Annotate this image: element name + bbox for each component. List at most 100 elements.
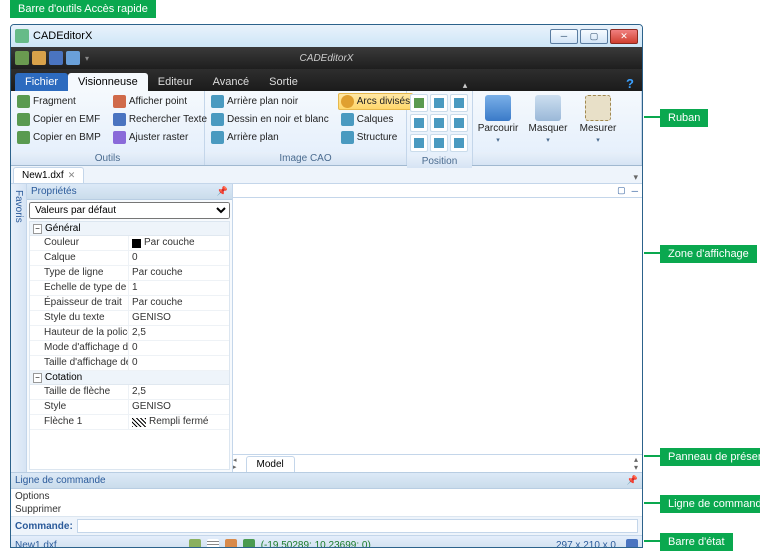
- btn-ajuster-raster[interactable]: Ajuster raster: [110, 129, 210, 146]
- qab-open-icon[interactable]: [32, 51, 46, 65]
- maximize-button[interactable]: ▢: [580, 29, 608, 44]
- qab-dropdown-icon[interactable]: ▾: [85, 54, 89, 63]
- btn-copier-emf[interactable]: Copier en EMF: [14, 111, 104, 128]
- status-icon-4[interactable]: [243, 539, 255, 548]
- ribbon-minimize-icon[interactable]: ▴: [463, 80, 468, 91]
- cmdline-history: Options Supprimer: [11, 489, 642, 517]
- prop-value[interactable]: 0: [128, 341, 229, 355]
- callout-line: [644, 540, 660, 542]
- prop-value[interactable]: 1: [128, 281, 229, 295]
- btn-arcs-divises[interactable]: Arcs divisés: [338, 93, 413, 110]
- doc-tab-close-icon[interactable]: ✕: [68, 170, 76, 181]
- btn-fragment[interactable]: Fragment: [14, 93, 104, 110]
- prop-row[interactable]: Épaisseur de traitPar couche: [30, 296, 229, 311]
- btn-afficher-point[interactable]: Afficher point: [110, 93, 210, 110]
- btn-dessin-nb[interactable]: Dessin en noir et blanc: [208, 111, 332, 128]
- status-grid-icon[interactable]: [207, 539, 219, 548]
- callout-quick-access: Barre d'outils Accès rapide: [10, 0, 156, 18]
- minimize-button[interactable]: ─: [550, 29, 578, 44]
- prop-row[interactable]: Couleur Par couche: [30, 236, 229, 251]
- layout-next-icon[interactable]: ▸: [233, 464, 237, 471]
- prop-value[interactable]: 0: [128, 251, 229, 265]
- viewport[interactable]: ▢ ─ ◂▸ Model ▴▾: [233, 184, 642, 472]
- prop-row[interactable]: Mode d'affichage de0: [30, 341, 229, 356]
- prop-value[interactable]: GENISO: [128, 311, 229, 325]
- pos-btn-4[interactable]: [410, 114, 428, 132]
- prop-row[interactable]: Hauteur de la police2,5: [30, 326, 229, 341]
- layout-prev-icon[interactable]: ◂: [233, 457, 237, 464]
- doc-tab[interactable]: New1.dxf✕: [13, 167, 84, 183]
- tab-file[interactable]: Fichier: [15, 73, 68, 91]
- prop-value[interactable]: Par couche: [128, 296, 229, 310]
- cmdline-input[interactable]: [77, 519, 638, 533]
- app-window: CADEditorX ─ ▢ ✕ ▾ CADEditorX Fichier Vi…: [10, 24, 643, 548]
- prop-row[interactable]: Taille de flèche2,5: [30, 385, 229, 400]
- tab-editeur[interactable]: Editeur: [148, 73, 203, 91]
- cmd-hist-line: Options: [15, 490, 638, 503]
- btn-structure[interactable]: Structure: [338, 129, 413, 146]
- prop-row[interactable]: Taille d'affichage de0: [30, 356, 229, 371]
- tab-visionneuse[interactable]: Visionneuse: [68, 73, 148, 91]
- pos-btn-3[interactable]: [450, 94, 468, 112]
- help-button[interactable]: ?: [626, 76, 634, 91]
- btn-arriere-plan-noir[interactable]: Arrière plan noir: [208, 93, 332, 110]
- status-icon-1[interactable]: [189, 539, 201, 548]
- prop-value[interactable]: Par couche: [128, 266, 229, 280]
- pos-btn-7[interactable]: [410, 134, 428, 152]
- status-resize-icon[interactable]: [626, 539, 638, 548]
- btn-arriere-plan[interactable]: Arrière plan: [208, 129, 332, 146]
- prop-key: Style: [30, 400, 128, 414]
- tab-avance[interactable]: Avancé: [203, 73, 260, 91]
- app-name-center: CADEditorX: [300, 53, 354, 64]
- prop-key: Couleur: [30, 236, 128, 250]
- prop-key: Style du texte: [30, 311, 128, 325]
- pos-btn-6[interactable]: [450, 114, 468, 132]
- prop-row[interactable]: Type de lignePar couche: [30, 266, 229, 281]
- cmdline-pin-icon[interactable]: 📌: [627, 475, 638, 486]
- callout-viewport: Zone d'affichage: [660, 245, 757, 263]
- qab-saveas-icon[interactable]: [66, 51, 80, 65]
- prop-key: Taille de flèche: [30, 385, 128, 399]
- viewport-btn-2[interactable]: ─: [632, 186, 638, 196]
- btn-copier-bmp[interactable]: Copier en BMP: [14, 129, 104, 146]
- prop-row[interactable]: StyleGENISO: [30, 400, 229, 415]
- prop-key: Echelle de type de l: [30, 281, 128, 295]
- btn-calques[interactable]: Calques: [338, 111, 413, 128]
- cmdline-input-row: Commande:: [11, 517, 642, 536]
- prop-key: Calque: [30, 251, 128, 265]
- prop-row[interactable]: Flèche 1 Rempli fermé: [30, 415, 229, 430]
- side-favorites-tab[interactable]: Favoris: [11, 184, 27, 472]
- model-tab[interactable]: Model: [246, 456, 295, 472]
- prop-group-header[interactable]: −Cotation: [30, 371, 229, 385]
- prop-value[interactable]: 2,5: [128, 385, 229, 399]
- pos-btn-8[interactable]: [430, 134, 448, 152]
- properties-selector[interactable]: Valeurs par défaut: [29, 202, 230, 219]
- pos-btn-1[interactable]: [410, 94, 428, 112]
- prop-value[interactable]: Rempli fermé: [128, 415, 229, 429]
- prop-group-header[interactable]: −Général: [30, 222, 229, 236]
- cmd-hist-line: Supprimer: [15, 503, 638, 516]
- layout-scroll-down-icon[interactable]: ▾: [634, 464, 638, 472]
- properties-pin-icon[interactable]: 📌: [217, 186, 228, 197]
- btn-rechercher-texte[interactable]: Rechercher Texte: [110, 111, 210, 128]
- prop-value[interactable]: 0: [128, 356, 229, 370]
- pos-btn-5[interactable]: [430, 114, 448, 132]
- doc-tabs-overflow-icon[interactable]: ▾: [633, 172, 638, 183]
- prop-row[interactable]: Style du texteGENISO: [30, 311, 229, 326]
- status-icon-3[interactable]: [225, 539, 237, 548]
- btn-masquer[interactable]: Masquer▾: [523, 91, 573, 152]
- qab-new-icon[interactable]: [15, 51, 29, 65]
- close-button[interactable]: ✕: [610, 29, 638, 44]
- tab-sortie[interactable]: Sortie: [259, 73, 308, 91]
- prop-value[interactable]: GENISO: [128, 400, 229, 414]
- prop-row[interactable]: Calque0: [30, 251, 229, 266]
- prop-value[interactable]: Par couche: [128, 236, 229, 250]
- prop-row[interactable]: Echelle de type de l1: [30, 281, 229, 296]
- prop-value[interactable]: 2,5: [128, 326, 229, 340]
- btn-parcourir[interactable]: Parcourir▾: [473, 91, 523, 152]
- viewport-btn-1[interactable]: ▢: [617, 185, 626, 196]
- btn-mesurer[interactable]: Mesurer▾: [573, 91, 623, 152]
- qab-save-icon[interactable]: [49, 51, 63, 65]
- pos-btn-2[interactable]: [430, 94, 448, 112]
- pos-btn-9[interactable]: [450, 134, 468, 152]
